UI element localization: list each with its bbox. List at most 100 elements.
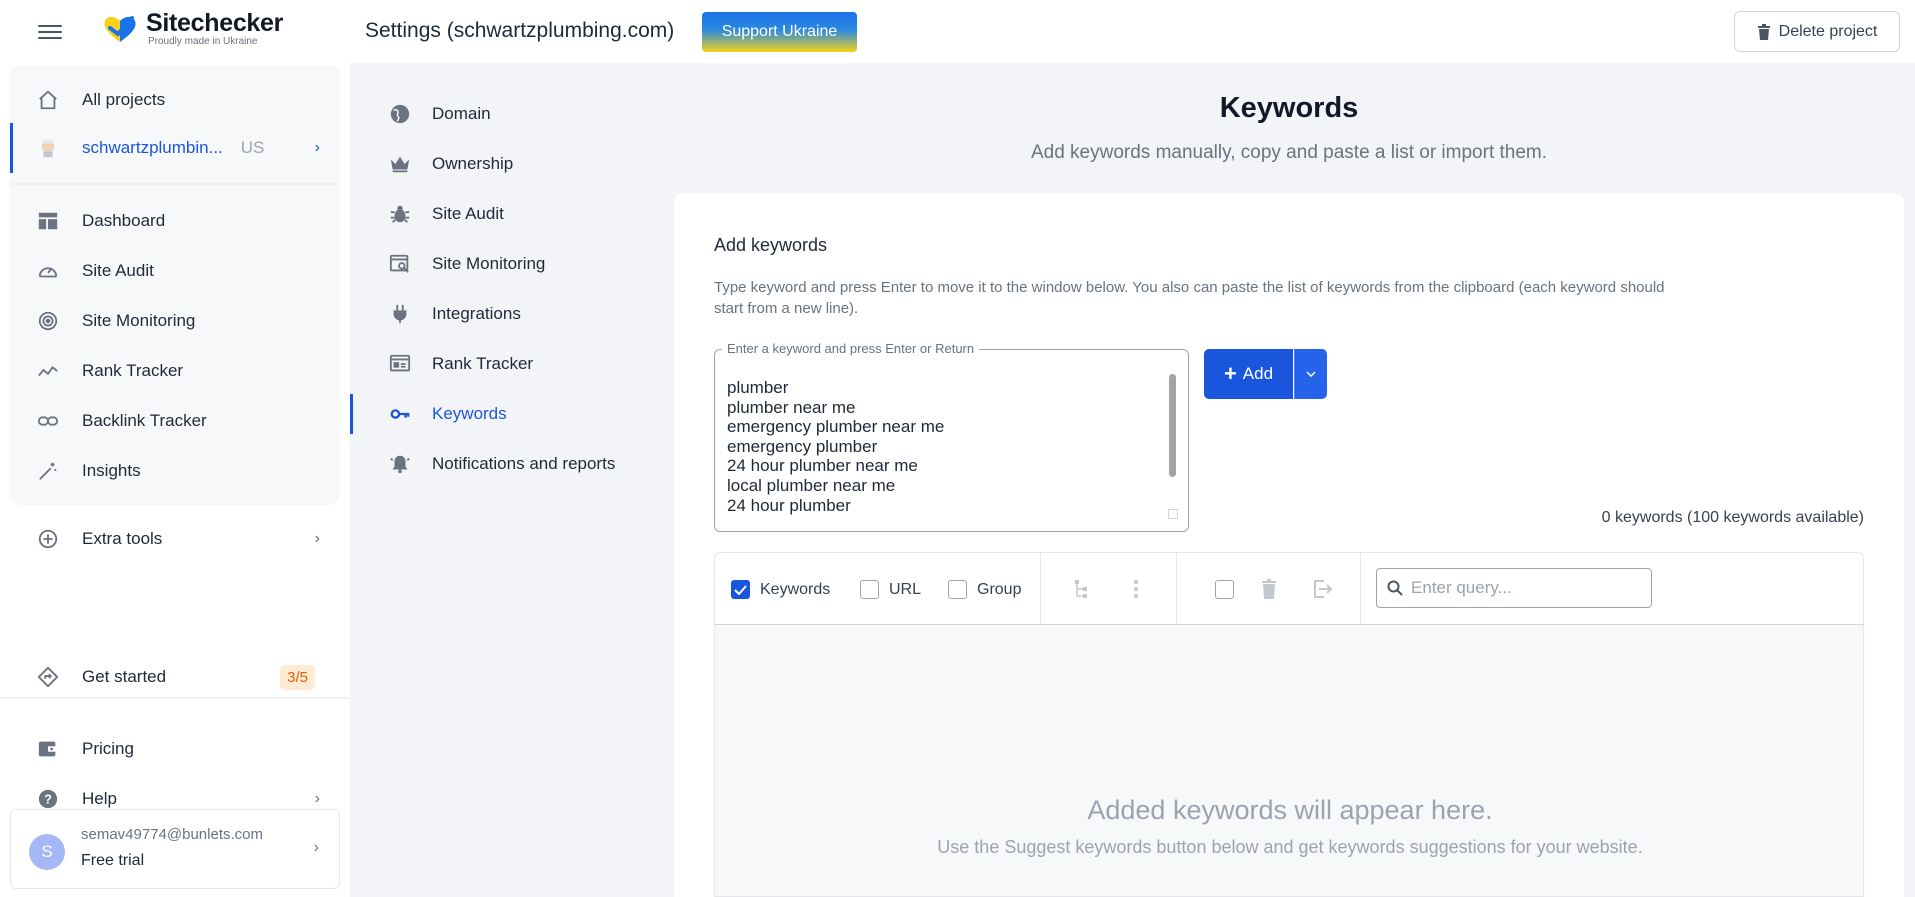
settings-nav-label: Notifications and reports [432, 454, 616, 473]
search-field[interactable] [1376, 568, 1652, 608]
sidebar-item-insights[interactable]: Insights [10, 446, 340, 496]
sidebar: All projects schwartzplumbin... US › Das… [0, 63, 350, 897]
logo-name: Sitechecker [146, 9, 284, 37]
key-icon [388, 402, 412, 426]
sidebar-item-site-monitoring[interactable]: Site Monitoring [10, 296, 340, 346]
sidebar-item-label: Pricing [82, 739, 134, 758]
logo[interactable]: Sitechecker Proudly made in Ukraine [102, 10, 283, 48]
settings-nav-integrations[interactable]: Integrations [350, 294, 670, 334]
progress-badge: 3/5 [280, 664, 315, 690]
delete-project-button[interactable]: Delete project [1734, 11, 1900, 52]
divider [1040, 553, 1041, 625]
search-icon [1387, 580, 1403, 596]
sidebar-item-get-started[interactable]: Get started 3/5 [10, 652, 340, 702]
support-ukraine-button[interactable]: Support Ukraine [702, 12, 857, 52]
resize-handle[interactable] [1168, 509, 1178, 519]
gauge-icon [36, 259, 60, 283]
page-subtitle: Add keywords manually, copy and paste a … [1030, 142, 1548, 163]
settings-nav-ownership[interactable]: Ownership [350, 144, 670, 184]
page-title: Keywords [1219, 92, 1359, 124]
sidebar-item-label: All projects [82, 90, 166, 109]
sidebar-item-label: Rank Tracker [82, 361, 184, 380]
add-keyword-button[interactable]: + Add [1204, 349, 1293, 399]
section-heading: Add keywords [714, 235, 828, 255]
settings-nav-notifications[interactable]: Notifications and reports [350, 444, 670, 484]
dashboard-icon [36, 209, 60, 233]
settings-nav-keywords[interactable]: Keywords [350, 394, 670, 434]
filter-url-checkbox[interactable]: URL [860, 580, 921, 599]
export-icon[interactable] [1311, 578, 1333, 600]
sidebar-item-site-audit[interactable]: Site Audit [10, 246, 340, 296]
top-bar: Sitechecker Proudly made in Ukraine Sett… [0, 0, 1915, 63]
add-options-dropdown[interactable] [1294, 349, 1327, 399]
page-heading: Settings (schwartzplumbing.com) [365, 19, 675, 42]
radar-icon [36, 309, 60, 333]
sidebar-item-pricing[interactable]: Pricing [10, 724, 340, 774]
magic-wand-icon [36, 459, 60, 483]
sidebar-item-dashboard[interactable]: Dashboard [10, 196, 340, 246]
sidebar-item-backlink-tracker[interactable]: Backlink Tracker [10, 396, 340, 446]
empty-state-title: Added keywords will appear here. [1087, 795, 1493, 825]
chevron-right-icon: › [314, 530, 320, 547]
checkbox-icon [948, 580, 967, 599]
wallet-icon [36, 737, 60, 761]
settings-nav-domain[interactable]: Domain [350, 94, 670, 134]
chevron-right-icon: › [313, 839, 319, 856]
settings-nav-rank-tracker[interactable]: Rank Tracker [350, 344, 670, 384]
search-input[interactable] [1411, 578, 1641, 598]
logo-tagline: Proudly made in Ukraine [148, 36, 258, 47]
sidebar-item-extra-tools[interactable]: Extra tools › [10, 514, 340, 564]
menu-icon[interactable] [38, 21, 62, 41]
plus-circle-icon [36, 527, 60, 551]
scrollbar[interactable] [1169, 374, 1176, 477]
bug-icon [388, 202, 412, 226]
svg-text:?: ? [44, 792, 52, 807]
divider [0, 697, 350, 699]
plug-icon [388, 302, 412, 326]
checkbox-checked-icon [731, 580, 750, 599]
more-vertical-icon[interactable] [1125, 578, 1147, 600]
settings-nav-label: Keywords [432, 404, 507, 423]
help-icon: ? [36, 787, 60, 811]
crown-icon [388, 152, 412, 176]
sidebar-item-label: Get started [82, 667, 167, 686]
keyword-textarea[interactable]: plumber plumber near me emergency plumbe… [727, 378, 1157, 523]
filter-keywords-label: Keywords [760, 580, 831, 598]
settings-nav-site-audit[interactable]: Site Audit [350, 194, 670, 234]
logo-heart-icon [104, 16, 136, 42]
sidebar-item-rank-tracker[interactable]: Rank Tracker [10, 346, 340, 396]
globe-icon [388, 102, 412, 126]
select-all-checkbox[interactable] [1215, 580, 1234, 599]
avatar: S [29, 834, 65, 870]
settings-nav-site-monitoring[interactable]: Site Monitoring [350, 244, 670, 284]
sidebar-item-project[interactable]: schwartzplumbin... US › [10, 123, 340, 173]
divider [1176, 553, 1177, 625]
chevron-down-icon [1306, 371, 1316, 377]
sidebar-item-label: Backlink Tracker [82, 411, 207, 430]
trash-icon[interactable] [1258, 578, 1280, 600]
user-card[interactable]: S semav49774@bunlets.com Free trial › [10, 809, 340, 889]
keyword-table-toolbar: Keywords URL Group [714, 552, 1864, 625]
plus-icon: + [1223, 361, 1237, 386]
filter-group-label: Group [977, 580, 1022, 598]
settings-nav-label: Ownership [432, 154, 514, 173]
hierarchy-icon[interactable] [1071, 578, 1093, 600]
filter-keywords-checkbox[interactable]: Keywords [731, 580, 830, 599]
sidebar-item-label: Dashboard [82, 211, 166, 230]
sidebar-item-all-projects[interactable]: All projects [10, 75, 340, 125]
chevron-right-icon: › [314, 790, 320, 807]
route-icon [36, 665, 60, 689]
keywords-empty-state: Added keywords will appear here. Use the… [714, 624, 1864, 897]
sidebar-item-label: Extra tools [82, 529, 163, 548]
sidebar-item-label: Help [82, 789, 117, 808]
keyword-input-box: Enter a keyword and press Enter or Retur… [714, 341, 1189, 532]
user-email: semav49774@bunlets.com [81, 826, 263, 843]
filter-group-checkbox[interactable]: Group [948, 580, 1021, 599]
add-label: Add [1242, 364, 1274, 383]
user-plan: Free trial [81, 852, 145, 869]
empty-state-subtitle: Use the Suggest keywords button below an… [937, 837, 1643, 857]
home-icon [36, 88, 60, 112]
settings-nav-label: Domain [432, 104, 491, 123]
settings-nav-label: Site Monitoring [432, 254, 546, 273]
rank-board-icon [388, 352, 412, 376]
